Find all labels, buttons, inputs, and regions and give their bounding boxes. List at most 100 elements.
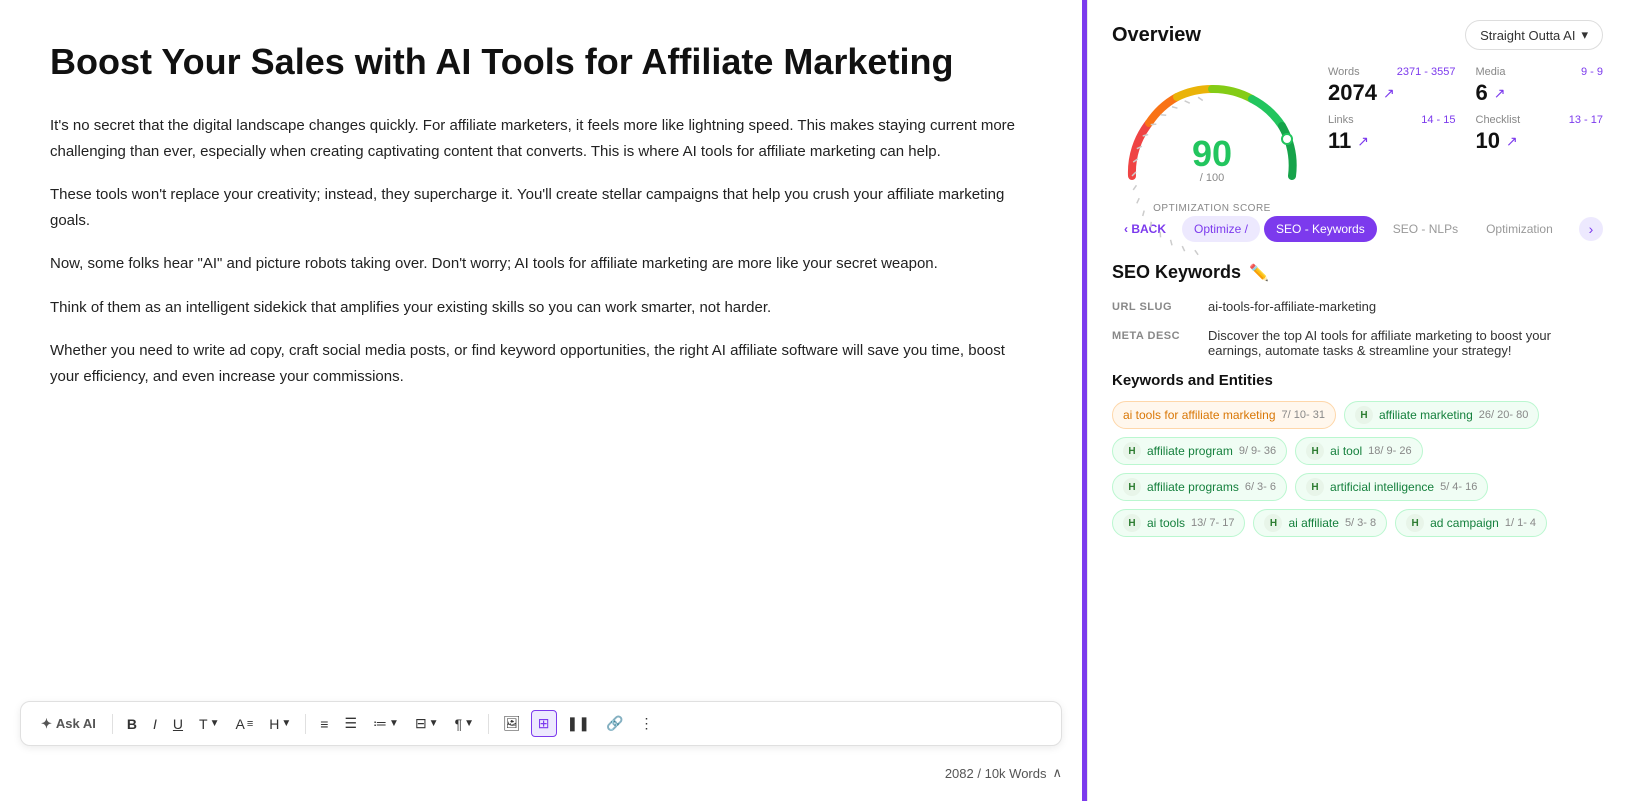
keyword-stats: 7/ 10- 31 bbox=[1282, 409, 1325, 421]
words-arrow-icon: ↗ bbox=[1383, 85, 1395, 102]
font-size-button[interactable]: A≡ bbox=[230, 712, 260, 736]
words-range: 2371 - 3557 bbox=[1397, 66, 1456, 78]
keyword-stats: 18/ 9- 26 bbox=[1368, 445, 1411, 457]
keyword-chip[interactable]: Hai tools13/ 7- 17 bbox=[1112, 509, 1245, 537]
bold-button[interactable]: B bbox=[121, 712, 143, 736]
keywords-section-title: Keywords and Entities bbox=[1112, 372, 1603, 389]
keyword-text: artificial intelligence bbox=[1330, 480, 1434, 494]
tab-optimize-button[interactable]: Optimize / bbox=[1182, 216, 1260, 242]
gauge-score-text: 90 bbox=[1192, 133, 1232, 174]
article-title: Boost Your Sales with AI Tools for Affil… bbox=[50, 40, 1032, 83]
keywords-grid: ai tools for affiliate marketing 7/ 10- 3… bbox=[1112, 401, 1603, 537]
keyword-text: ai tools for affiliate marketing bbox=[1123, 408, 1276, 422]
links-arrow-icon: ↗ bbox=[1357, 133, 1369, 150]
editor-panel: Boost Your Sales with AI Tools for Affil… bbox=[0, 0, 1082, 801]
checklist-arrow-icon: ↗ bbox=[1506, 133, 1518, 150]
words-label: Words bbox=[1328, 66, 1360, 78]
align-left-button[interactable]: ≡ bbox=[314, 712, 334, 736]
media-stat: Media 9 - 9 6 ↗ bbox=[1476, 66, 1604, 106]
keyword-text: ad campaign bbox=[1430, 516, 1499, 530]
keyword-stats: 5/ 4- 16 bbox=[1440, 481, 1477, 493]
text-style-button[interactable]: T ▼ bbox=[193, 712, 225, 736]
seo-keywords-title: SEO Keywords bbox=[1112, 262, 1241, 283]
image-button[interactable]: 🖼 bbox=[497, 711, 527, 736]
word-count: 2082 / 10k Words bbox=[945, 766, 1047, 781]
toolbar-separator-2 bbox=[305, 714, 306, 734]
ask-ai-button[interactable]: ✦ Ask AI bbox=[33, 712, 104, 736]
links-stat: Links 14 - 15 11 ↗ bbox=[1328, 114, 1456, 154]
keyword-chip[interactable]: Haffiliate program9/ 9- 36 bbox=[1112, 437, 1287, 465]
add-button[interactable]: ⊞ bbox=[531, 710, 557, 737]
template-dropdown[interactable]: Straight Outta AI ▾ bbox=[1465, 20, 1603, 50]
collapse-icon[interactable]: ∧ bbox=[1052, 765, 1062, 781]
checklist-stat: Checklist 13 - 17 10 ↗ bbox=[1476, 114, 1604, 154]
keyword-stats: 13/ 7- 17 bbox=[1191, 517, 1234, 529]
words-value: 2074 bbox=[1328, 80, 1377, 106]
gauge-label: OPTIMIZATION SCORE bbox=[1112, 203, 1312, 214]
chevron-down-icon: ▾ bbox=[1581, 27, 1588, 43]
word-count-bar: 2082 / 10k Words ∧ bbox=[945, 765, 1062, 781]
editor-toolbar: ✦ Ask AI B I U T ▼ A≡ H ▼ ≡ ☰ ≔ ▼ ⊟ ▼ ¶ … bbox=[20, 701, 1062, 746]
keyword-text: affiliate program bbox=[1147, 444, 1233, 458]
keyword-text: affiliate programs bbox=[1147, 480, 1239, 494]
paragraph-3: Now, some folks hear "AI" and picture ro… bbox=[50, 251, 1032, 277]
checklist-label: Checklist bbox=[1476, 114, 1521, 126]
keyword-text: affiliate marketing bbox=[1379, 408, 1473, 422]
keyword-stats: 1/ 1- 4 bbox=[1505, 517, 1536, 529]
heading-button[interactable]: H ▼ bbox=[263, 712, 297, 736]
keyword-stats: 6/ 3- 6 bbox=[1245, 481, 1276, 493]
keyword-chip[interactable]: ai tools for affiliate marketing 7/ 10- 3… bbox=[1112, 401, 1336, 429]
keyword-chip[interactable]: Hai affiliate5/ 3- 8 bbox=[1253, 509, 1387, 537]
keyword-stats: 9/ 9- 36 bbox=[1239, 445, 1276, 457]
paragraph-button[interactable]: ¶ ▼ bbox=[449, 712, 480, 736]
italic-button[interactable]: I bbox=[147, 712, 163, 736]
gauge-denom-text: / 100 bbox=[1200, 172, 1224, 184]
edit-icon[interactable]: ✏️ bbox=[1249, 263, 1269, 283]
keyword-text: ai tools bbox=[1147, 516, 1185, 530]
seo-keywords-header: SEO Keywords ✏️ bbox=[1112, 262, 1603, 283]
keyword-chip[interactable]: Hai tool18/ 9- 26 bbox=[1295, 437, 1422, 465]
align-center-button[interactable]: ☰ bbox=[338, 711, 363, 736]
meta-desc-label: META DESC bbox=[1112, 328, 1192, 342]
keyword-text: ai tool bbox=[1330, 444, 1362, 458]
words-stat: Words 2371 - 3557 2074 ↗ bbox=[1328, 66, 1456, 106]
keyword-stats: 26/ 20- 80 bbox=[1479, 409, 1529, 421]
keyword-text: ai affiliate bbox=[1288, 516, 1338, 530]
gauge-container: 90 / 100 OPTIMIZATION SCORE bbox=[1112, 66, 1312, 196]
unordered-list-button[interactable]: ⊟ ▼ bbox=[409, 711, 445, 736]
keyword-chip[interactable]: Haffiliate marketing26/ 20- 80 bbox=[1344, 401, 1539, 429]
media-range: 9 - 9 bbox=[1581, 66, 1603, 78]
keyword-chip[interactable]: Hartificial intelligence5/ 4- 16 bbox=[1295, 473, 1488, 501]
article-content[interactable]: It's no secret that the digital landscap… bbox=[50, 113, 1032, 801]
text-columns-button[interactable]: ❚❚ bbox=[561, 711, 596, 736]
sparkle-icon: ✦ bbox=[41, 716, 52, 732]
stat-boxes: Words 2371 - 3557 2074 ↗ Media 9 - 9 6 ↗ bbox=[1328, 66, 1603, 154]
paragraph-1: It's no secret that the digital landscap… bbox=[50, 113, 1032, 164]
toolbar-separator-3 bbox=[488, 714, 489, 734]
stats-section: 90 / 100 OPTIMIZATION SCORE Words 2371 -… bbox=[1112, 66, 1603, 196]
media-arrow-icon: ↗ bbox=[1494, 85, 1506, 102]
url-slug-row: URL SLUG ai-tools-for-affiliate-marketin… bbox=[1112, 299, 1603, 314]
paragraph-2: These tools won't replace your creativit… bbox=[50, 182, 1032, 233]
links-label: Links bbox=[1328, 114, 1354, 126]
underline-button[interactable]: U bbox=[167, 712, 189, 736]
tab-optimization-button[interactable]: Optimization bbox=[1474, 216, 1565, 242]
ordered-list-button[interactable]: ≔ ▼ bbox=[367, 711, 405, 736]
overview-title: Overview bbox=[1112, 24, 1201, 47]
right-panel: Overview Straight Outta AI ▾ bbox=[1087, 0, 1627, 801]
meta-desc-value: Discover the top AI tools for affiliate … bbox=[1208, 328, 1603, 358]
keyword-chip[interactable]: Haffiliate programs6/ 3- 6 bbox=[1112, 473, 1287, 501]
tab-seo-nlps-button[interactable]: SEO - NLPs bbox=[1381, 216, 1470, 242]
tab-navigation: ‹ BACK Optimize / SEO - Keywords SEO - N… bbox=[1112, 216, 1603, 242]
more-options-button[interactable]: ⋮ bbox=[633, 711, 659, 736]
meta-desc-row: META DESC Discover the top AI tools for … bbox=[1112, 328, 1603, 358]
tab-seo-keywords-button[interactable]: SEO - Keywords bbox=[1264, 216, 1377, 242]
tab-nav-next-button[interactable]: › bbox=[1579, 217, 1603, 241]
keyword-chip[interactable]: Had campaign1/ 1- 4 bbox=[1395, 509, 1547, 537]
paragraph-4: Think of them as an intelligent sidekick… bbox=[50, 295, 1032, 321]
links-range: 14 - 15 bbox=[1421, 114, 1455, 126]
link-button[interactable]: 🔗 bbox=[600, 711, 629, 736]
tab-back-button[interactable]: ‹ BACK bbox=[1112, 216, 1178, 242]
keyword-stats: 5/ 3- 8 bbox=[1345, 517, 1376, 529]
url-slug-value: ai-tools-for-affiliate-marketing bbox=[1208, 299, 1603, 314]
